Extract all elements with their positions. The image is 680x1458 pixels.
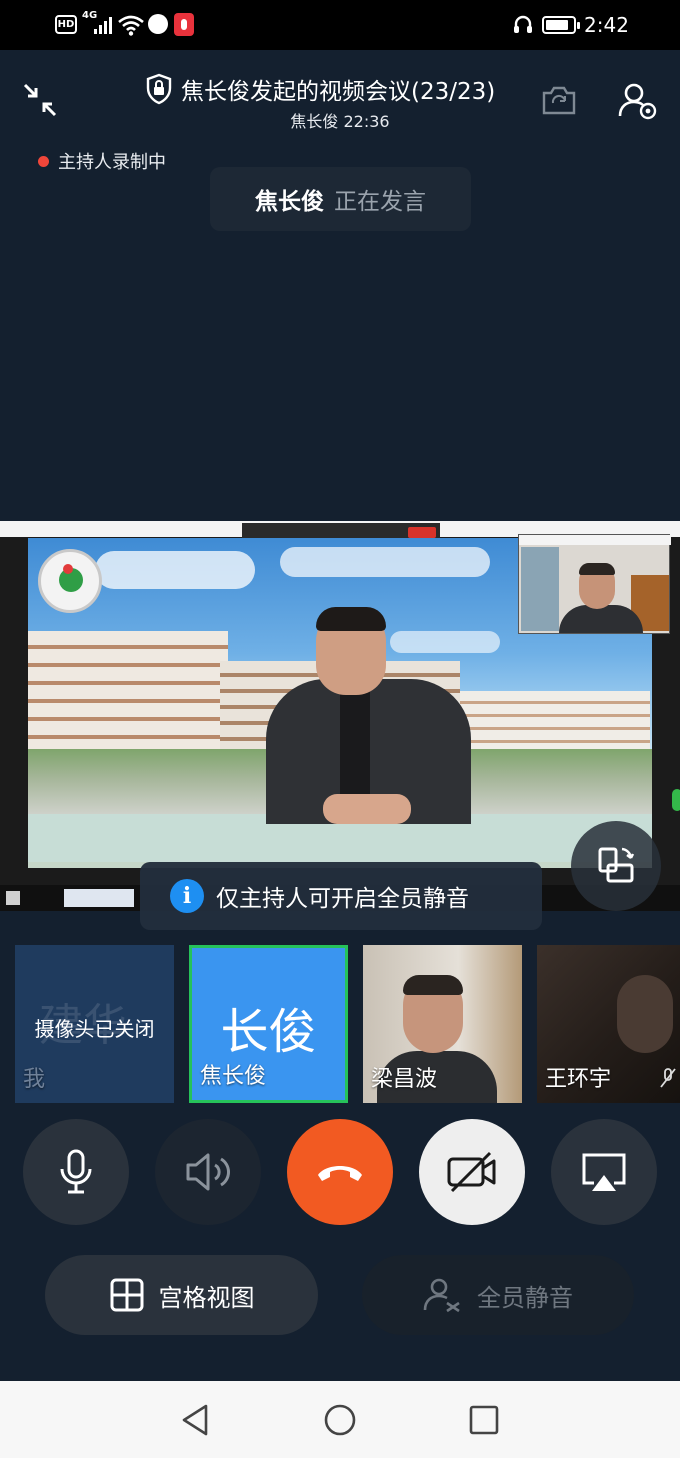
rotate-screen-icon	[598, 847, 635, 883]
meeting-title: 焦长俊发起的视频会议(23/23)	[145, 72, 495, 106]
recent-apps-icon[interactable]	[469, 1405, 499, 1435]
camera-off-icon	[447, 1151, 496, 1193]
battery-icon	[542, 16, 580, 34]
cloud	[280, 547, 490, 577]
hang-up-icon	[318, 1166, 362, 1181]
rotate-screen-button[interactable]	[571, 821, 661, 911]
presenter-hands	[323, 794, 411, 824]
participant-name: 我	[23, 1067, 46, 1092]
muted-mic-icon	[660, 1068, 676, 1088]
speaker-icon	[186, 1153, 231, 1191]
home-icon[interactable]	[323, 1403, 357, 1437]
recording-label: 主持人录制中	[58, 152, 166, 173]
active-speaker-pill: 焦长俊 正在发言	[210, 167, 471, 231]
hd-badge: HD	[55, 15, 77, 34]
toast-message: 仅主持人可开启全员静音	[216, 886, 469, 912]
back-icon[interactable]	[180, 1403, 210, 1437]
participant-tile-video[interactable]: 王环宇	[537, 945, 680, 1103]
cloud	[390, 631, 500, 653]
app-notification-icon	[148, 14, 168, 34]
participants-icon[interactable]	[617, 82, 659, 120]
grid-view-label: 宫格视图	[158, 1283, 255, 1312]
participant-tile-active-speaker[interactable]: 长俊 焦长俊	[189, 945, 348, 1103]
camera-off-label: 摄像头已关闭	[34, 1017, 155, 1041]
participant-head	[617, 975, 673, 1053]
avatar-text: 长俊	[220, 1004, 317, 1060]
mute-all-label: 全员静音	[477, 1283, 573, 1312]
active-speaker-name: 焦长俊	[255, 189, 324, 215]
active-speaker-status: 正在发言	[334, 189, 426, 215]
participant-tile-self[interactable]: 建华 摄像头已关闭 我	[15, 945, 174, 1103]
school-logo	[38, 549, 102, 613]
status-bar: HD 4G 2:42	[0, 0, 680, 50]
clock: 2:42	[584, 13, 629, 37]
meeting-host-time: 焦长俊 22:36	[290, 112, 390, 131]
mute-all-icon	[423, 1278, 460, 1313]
recording-indicator: 主持人录制中	[38, 146, 166, 176]
host-only-mute-toast: i 仅主持人可开启全员静音	[140, 862, 542, 930]
mic-active-icon	[174, 13, 194, 36]
presenter-head	[316, 607, 386, 695]
participant-name: 王环宇	[545, 1067, 612, 1092]
microphone-button[interactable]	[23, 1119, 129, 1225]
recording-dot	[38, 155, 49, 167]
participant-tile-video[interactable]: 梁昌波	[363, 945, 522, 1103]
speaker-button[interactable]	[155, 1119, 261, 1225]
screen-share-icon	[582, 1153, 626, 1191]
microphone-icon	[60, 1149, 92, 1194]
info-icon: i	[170, 879, 204, 913]
school-building-left	[28, 631, 228, 751]
participant-head	[403, 975, 463, 1053]
side-tab-indicator	[672, 789, 680, 811]
wifi-icon	[118, 15, 144, 36]
cloud	[95, 551, 255, 589]
security-shield-icon	[146, 73, 172, 105]
presenter-shirt	[340, 691, 370, 801]
participant-name: 梁昌波	[371, 1067, 438, 1092]
headset-icon	[514, 15, 532, 33]
mute-all-button[interactable]: 全员静音	[362, 1255, 634, 1335]
camera-toggle-button[interactable]	[419, 1119, 525, 1225]
system-navigation-bar	[0, 1381, 680, 1458]
hang-up-button[interactable]	[287, 1119, 393, 1225]
pip-video[interactable]	[518, 534, 671, 634]
participant-name: 焦长俊	[200, 1064, 267, 1089]
screen-share-button[interactable]	[551, 1119, 657, 1225]
cellular-signal-icon	[94, 17, 112, 34]
grid-view-icon	[110, 1278, 143, 1312]
meeting-title-text: 焦长俊发起的视频会议(23/23)	[181, 79, 496, 105]
switch-camera-icon[interactable]	[540, 85, 578, 117]
grid-view-button[interactable]: 宫格视图	[45, 1255, 318, 1335]
school-building-right	[460, 691, 650, 751]
